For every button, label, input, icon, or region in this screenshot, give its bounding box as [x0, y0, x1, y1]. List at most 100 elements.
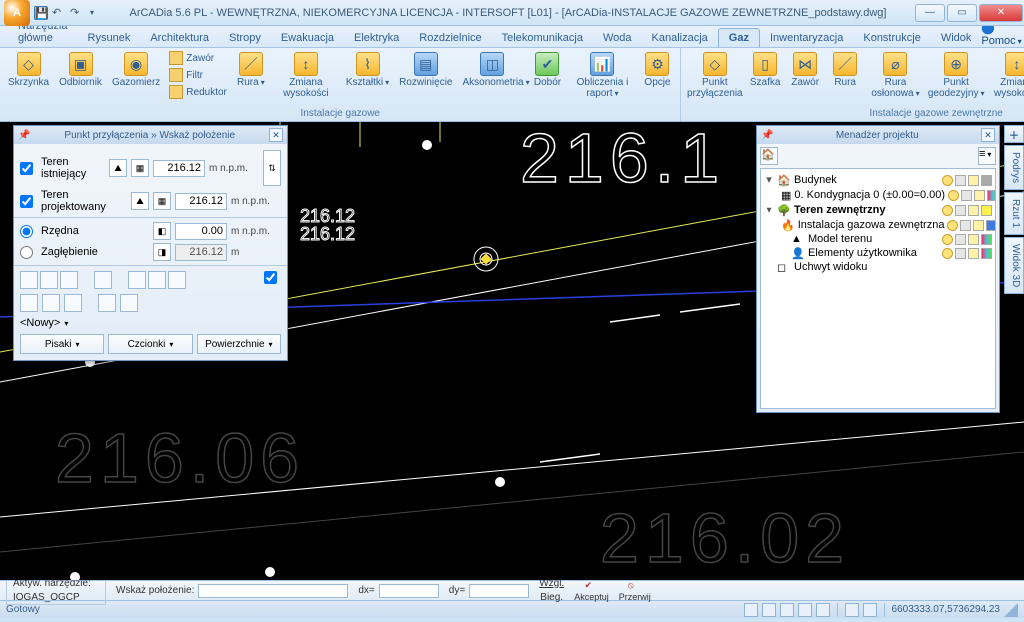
dy-input[interactable] — [469, 584, 529, 598]
btn-rura-osl[interactable]: ⌀Rura osłonowa — [866, 50, 925, 101]
tool-dim[interactable] — [94, 271, 112, 289]
tab-konstrukcje[interactable]: Konstrukcje — [853, 29, 930, 47]
pp-close-button[interactable]: ✕ — [269, 128, 283, 142]
sb-lwt-icon[interactable] — [845, 603, 859, 617]
tool-ortho[interactable] — [128, 271, 146, 289]
sb-model-icon[interactable] — [863, 603, 877, 617]
maximize-button[interactable]: ▭ — [947, 4, 977, 22]
qat-redo-icon[interactable]: ↷ — [70, 6, 84, 20]
tab-ewakuacja[interactable]: Ewakuacja — [271, 29, 344, 47]
btn-filtr[interactable]: Filtr — [166, 67, 230, 83]
pp-pin-icon[interactable]: 📌 — [18, 130, 30, 141]
tool-track[interactable] — [168, 271, 186, 289]
btn-rura-ext[interactable]: ／Rura — [826, 50, 864, 101]
mp-view-mode[interactable]: ≡ — [978, 147, 996, 165]
tool-snap[interactable] — [148, 271, 166, 289]
tool-edit-2[interactable] — [120, 294, 138, 312]
tree-view[interactable]: Uchwyt widoku — [794, 261, 867, 273]
sb-ortho-icon[interactable] — [780, 603, 794, 617]
qat-customize[interactable] — [88, 6, 102, 20]
tab-widok[interactable]: Widok — [931, 29, 982, 47]
btn-punkt-przyl[interactable]: ◇Punkt przyłączenia — [685, 50, 744, 101]
tab-kanalizacja[interactable]: Kanalizacja — [642, 29, 718, 47]
app-menu-button[interactable]: A — [4, 0, 30, 26]
radio-rzedna[interactable] — [20, 225, 33, 238]
pp-titlebar[interactable]: 📌 Punkt przyłączenia » Wskaż położenie ✕ — [14, 126, 287, 144]
sb-snap-icon[interactable] — [744, 603, 758, 617]
side-tab-rzut[interactable]: Rzut 1 — [1004, 192, 1024, 235]
btn-gazomierz[interactable]: ◉Gazomierz — [108, 50, 164, 101]
side-tab-3d[interactable]: Widok 3D — [1004, 237, 1024, 294]
dx-input[interactable] — [379, 584, 439, 598]
tree-model[interactable]: Model terenu — [808, 233, 872, 245]
btn-rura[interactable]: ／Rura — [232, 50, 270, 101]
btn-szafka[interactable]: ▯Szafka — [746, 50, 784, 101]
tool-anchor-3[interactable] — [60, 271, 78, 289]
tab-elektryka[interactable]: Elektryka — [344, 29, 409, 47]
btn-pisaki[interactable]: Pisaki — [20, 334, 104, 354]
tool-bl-1[interactable] — [20, 294, 38, 312]
lock-icon[interactable] — [955, 175, 966, 186]
tool-anchor-1[interactable] — [20, 271, 38, 289]
val-teren-istn[interactable] — [153, 160, 205, 177]
mp-close-button[interactable]: ✕ — [981, 128, 995, 142]
btn-odbiornik[interactable]: ▣Odbiornik — [55, 50, 106, 101]
btn-reduktor[interactable]: Reduktor — [166, 84, 230, 100]
btn-opcje[interactable]: ⚙Opcje — [638, 50, 676, 101]
tool-bl-3[interactable] — [64, 294, 82, 312]
qat-undo-icon[interactable]: ↶ — [52, 6, 66, 20]
btn-obliczenia[interactable]: 📊Obliczenia i raport — [568, 50, 636, 101]
tab-gaz[interactable]: Gaz — [718, 28, 760, 47]
btn-akceptuj[interactable]: ✔Akceptuj — [574, 580, 609, 602]
sb-resize-grip[interactable] — [1004, 603, 1018, 617]
tree-kond[interactable]: 0. Kondygnacja 0 (±0.00=0.00) — [794, 189, 945, 201]
rzedna-icon[interactable]: ◧ — [153, 222, 171, 240]
vis-icon[interactable] — [942, 175, 953, 186]
qat-save-icon[interactable]: 💾 — [34, 6, 48, 20]
tree-gas-ext[interactable]: Instalacja gazowa zewnętrzna — [798, 219, 945, 231]
val-teren-proj[interactable] — [175, 193, 227, 210]
tab-inwentar[interactable]: Inwentaryzacja — [760, 29, 853, 47]
tool-edit-1[interactable] — [98, 294, 116, 312]
btn-dobor[interactable]: ✔Dobór — [528, 50, 566, 101]
terrain-proj-icon[interactable]: ⛰ — [131, 192, 149, 210]
terrain-exist-pick-icon[interactable]: ▦ — [131, 159, 149, 177]
tree-user[interactable]: Elementy użytkownika — [808, 247, 917, 259]
tool-bl-2[interactable] — [42, 294, 60, 312]
tab-rozdzielnice[interactable]: Rozdzielnice — [409, 29, 491, 47]
close-button[interactable]: ✕ — [979, 4, 1023, 22]
style-dropdown[interactable]: <Nowy> — [20, 317, 281, 329]
val-rzedna[interactable] — [175, 223, 227, 240]
btn-przerwij[interactable]: ⦸Przerwij — [619, 580, 651, 602]
tool-anchor-2[interactable] — [40, 271, 58, 289]
tree-teren[interactable]: Teren zewnętrzny — [794, 204, 886, 216]
btn-zawor[interactable]: Zawór — [166, 50, 230, 66]
insert-point-panel[interactable]: 📌 Punkt przyłączenia » Wskaż położenie ✕… — [13, 125, 288, 361]
terrain-exist-icon[interactable]: ⛰ — [109, 159, 127, 177]
mp-home-button[interactable]: 🏠 — [760, 147, 778, 165]
side-tab-add[interactable]: ＋ — [1004, 125, 1024, 143]
color-icon[interactable] — [981, 175, 992, 186]
cb-teren-istn[interactable] — [20, 162, 33, 175]
btn-ksztaltki[interactable]: ⌇Kształtki — [342, 50, 393, 101]
tab-architektura[interactable]: Architektura — [140, 29, 219, 47]
minimize-button[interactable]: — — [915, 4, 945, 22]
project-tree[interactable]: ▾🏠Budynek ▦0. Kondygnacja 0 (±0.00=0.00)… — [760, 168, 996, 409]
print-icon[interactable] — [968, 175, 979, 186]
tree-budynek[interactable]: Budynek — [794, 174, 837, 186]
tab-woda[interactable]: Woda — [593, 29, 642, 47]
zagl-icon[interactable]: ◨ — [153, 243, 171, 261]
sb-osnap-icon[interactable] — [816, 603, 830, 617]
btn-powierzchnie[interactable]: Powierzchnie — [197, 334, 281, 354]
btn-zmiana-wys[interactable]: ↕Zmiana wysokości — [272, 50, 340, 101]
opt-bieg[interactable]: Bieg. — [540, 593, 563, 603]
mp-pin-icon[interactable]: 📌 — [761, 130, 773, 141]
side-tab-podrys[interactable]: Podrys — [1004, 145, 1024, 190]
btn-zmiana-wys-ext[interactable]: ↕Zmiana wysokości — [988, 50, 1024, 101]
cb-enable[interactable] — [264, 271, 277, 284]
drawing-canvas[interactable]: 216.12 216.12 216.1 216.06 216.02 📌 Punk… — [0, 122, 1024, 580]
opt-wzgl[interactable]: Wzgl. — [539, 579, 564, 589]
radio-zaglebienie[interactable] — [20, 246, 33, 259]
btn-punkt-geo[interactable]: ⊕Punkt geodezyjny — [927, 50, 986, 101]
tab-telekom[interactable]: Telekomunikacja — [492, 29, 593, 47]
